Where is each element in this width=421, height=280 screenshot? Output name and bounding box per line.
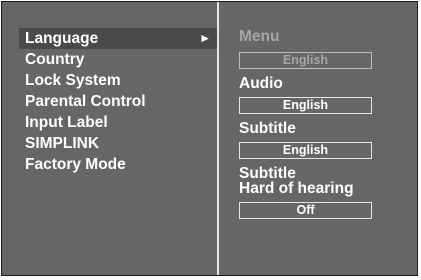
subtitle-hoh-value[interactable]: Off [239,202,372,219]
menu-item-language[interactable]: Language ► [19,28,217,49]
menu-item-input-label[interactable]: Input Label [19,112,217,133]
menu-item-factory-mode[interactable]: Factory Mode [19,154,217,175]
menu-item-label: Country [25,51,85,68]
menu-item-label: SIMPLINK [25,135,100,152]
menu-item-simplink[interactable]: SIMPLINK [19,133,217,154]
menu-item-label: Input Label [25,114,108,131]
menu-item-label: Parental Control [25,93,146,110]
audio-language-label: Audio [239,75,283,92]
menu-item-parental-control[interactable]: Parental Control [19,91,217,112]
settings-panel: Language ► Country Lock System Parental … [1,1,418,276]
subtitle-hoh-label-line2: Hard of hearing [239,180,354,197]
menu-language-value[interactable]: English [239,52,372,69]
subtitle-language-value[interactable]: English [239,142,372,159]
menu-language-label: Menu [239,28,280,45]
menu-item-label: Language [25,30,99,47]
subtitle-language-label: Subtitle [239,120,296,137]
right-arrow-icon: ► [199,31,211,45]
menu-item-lock-system[interactable]: Lock System [19,70,217,91]
panel-divider [217,2,219,275]
menu-item-label: Lock System [25,72,121,89]
audio-language-value[interactable]: English [239,97,372,114]
menu-item-country[interactable]: Country [19,49,217,70]
menu-item-label: Factory Mode [25,156,126,173]
